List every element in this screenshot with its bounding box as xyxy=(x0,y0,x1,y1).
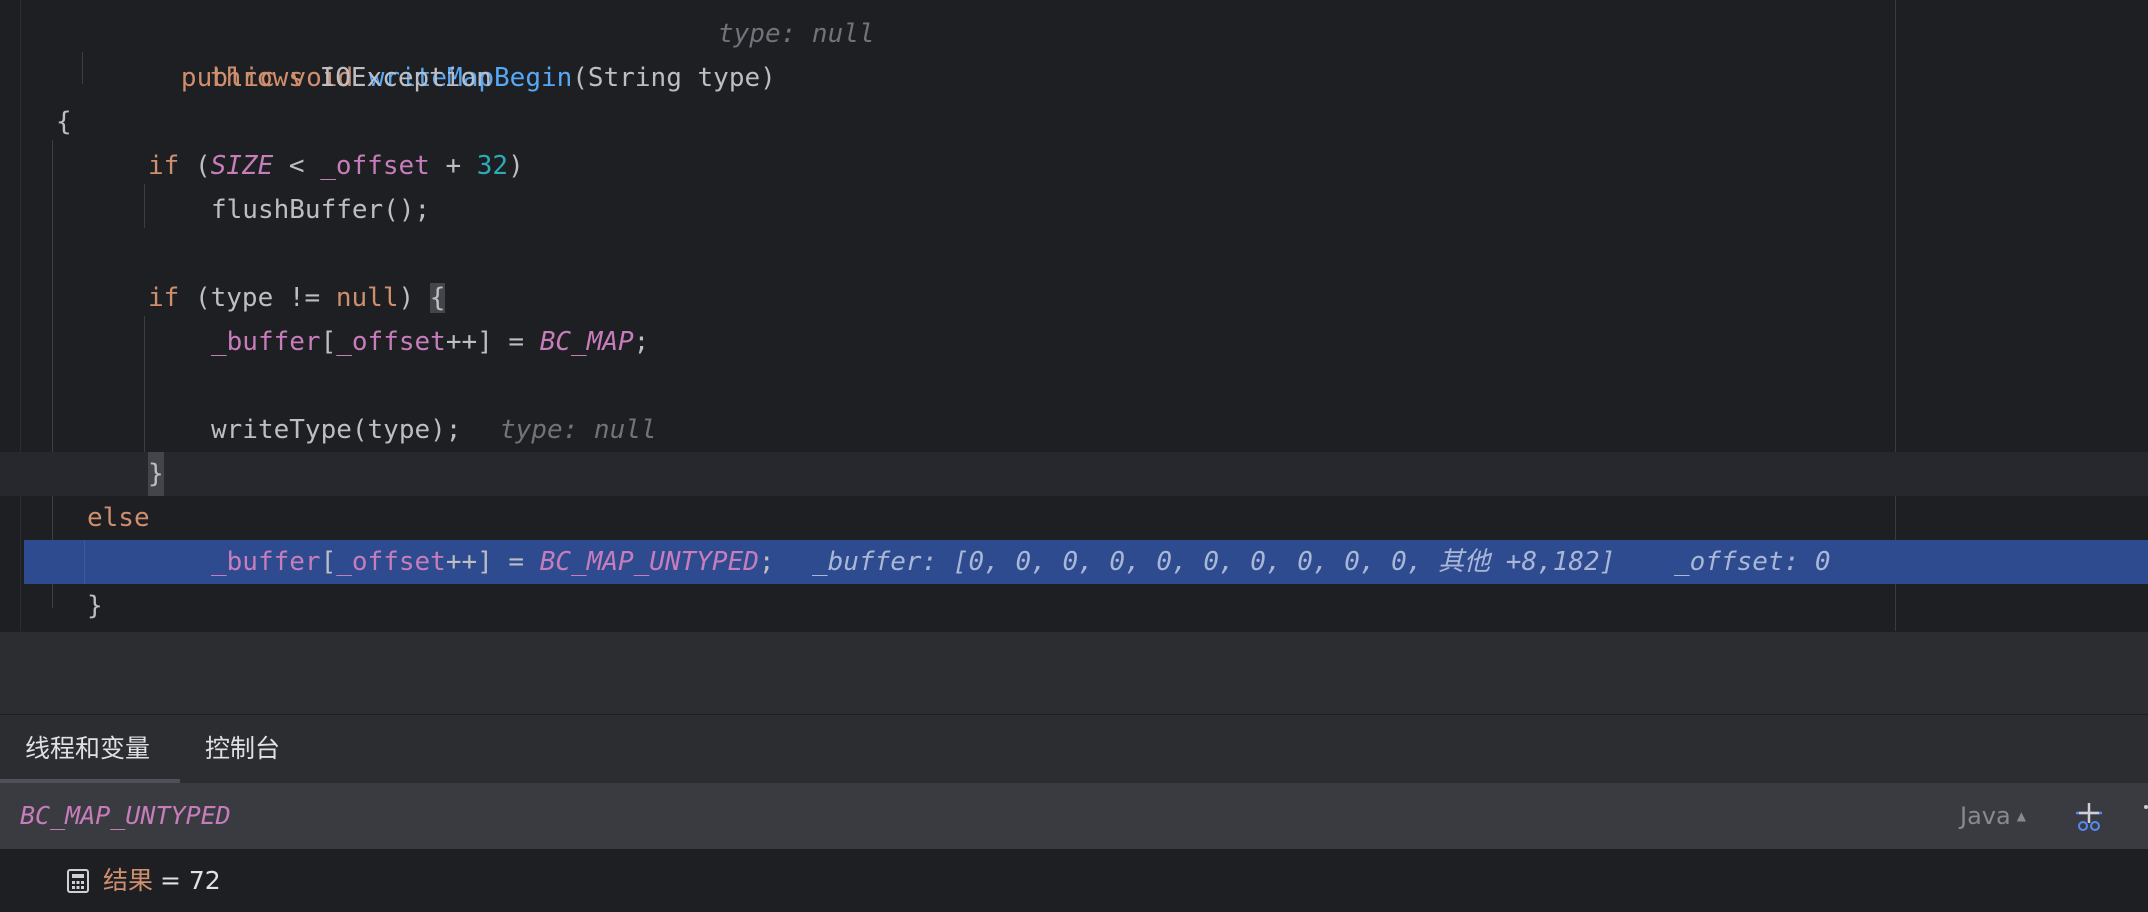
debug-tab-bar: 线程和变量 控制台 xyxy=(0,714,2148,784)
code-text: } xyxy=(87,591,103,621)
code-editor[interactable]: public void writeMapBegin(String type) t… xyxy=(0,0,2148,631)
field: _offset xyxy=(320,151,430,181)
constant: BC_MAP xyxy=(539,327,634,357)
field: _buffer xyxy=(211,327,321,357)
inline-value-hint: _buffer: [0, 0, 0, 0, 0, 0, 0, 0, 0, 0, … xyxy=(812,547,1616,577)
add-watch-icon[interactable] xyxy=(2072,801,2106,833)
code-line: writeType(type); type: null xyxy=(0,408,2148,452)
code-line: public void writeMapBegin(String type) t… xyxy=(0,12,2148,93)
inline-value-hint: type: null xyxy=(500,415,657,445)
language-label: Java xyxy=(1960,802,2011,830)
keyword: if xyxy=(148,151,180,181)
expression-input[interactable]: BC_MAP_UNTYPED xyxy=(20,783,231,849)
inline-value-hint: _offset: 0 xyxy=(1674,547,1831,577)
matched-brace: { xyxy=(429,283,446,313)
code-text: [ xyxy=(320,327,337,357)
execution-point-line: _buffer[_offset++] = BC_MAP_UNTYPED; _bu… xyxy=(24,540,2148,584)
code-text: + xyxy=(429,151,477,181)
panel-spacer xyxy=(0,631,2148,715)
result-name: 结果 xyxy=(103,866,154,895)
execution-gutter-mark xyxy=(24,540,85,584)
code-line: else xyxy=(0,496,2148,540)
code-text: ; xyxy=(758,547,775,577)
code-line: flushBuffer(); xyxy=(0,188,2148,232)
code-text: ) xyxy=(398,283,430,313)
code-text: (type != xyxy=(179,283,336,313)
code-text: ++] = xyxy=(445,547,540,577)
tab-console[interactable]: 控制台 xyxy=(180,715,310,783)
constant: BC_MAP_UNTYPED xyxy=(539,547,759,577)
code-line: { xyxy=(0,100,2148,144)
keyword: null xyxy=(335,283,399,313)
code-text: IOException xyxy=(319,63,492,93)
code-text: writeType(type); xyxy=(211,415,462,445)
code-text: ) xyxy=(508,151,524,181)
calculator-icon xyxy=(67,869,89,893)
keyword: else xyxy=(87,503,150,533)
evaluate-expression-bar[interactable]: BC_MAP_UNTYPED Java ▲ xyxy=(0,783,2148,850)
constant: SIZE xyxy=(210,151,274,181)
matched-brace: } xyxy=(148,452,164,496)
triangle-up-icon: ▲ xyxy=(2016,809,2026,823)
keyword: if xyxy=(148,283,180,313)
inline-value-hint: type: null xyxy=(718,19,875,49)
code-text: flushBuffer(); xyxy=(211,195,431,225)
number-literal: 32 xyxy=(476,151,509,181)
code-line: _buffer[_offset++] = BC_MAP; xyxy=(0,320,2148,364)
code-line: throws IOException xyxy=(0,56,2148,100)
code-text: { xyxy=(56,107,72,137)
result-value: = 72 xyxy=(160,866,221,895)
field: _buffer xyxy=(211,547,321,577)
result-row[interactable]: 结果 = 72 xyxy=(0,850,2148,912)
tab-threads-variables[interactable]: 线程和变量 xyxy=(0,715,180,783)
current-line: } xyxy=(0,452,2148,496)
language-selector[interactable]: Java ▲ xyxy=(1960,783,2026,853)
code-text: < xyxy=(273,151,321,181)
code-text: ( xyxy=(194,151,211,181)
code-line: if (type != null) { xyxy=(0,276,2148,320)
field: _offset xyxy=(336,327,446,357)
field: _offset xyxy=(336,547,446,577)
more-icon[interactable] xyxy=(2140,801,2148,831)
code-line: if (SIZE < _offset + 32) xyxy=(0,144,2148,188)
code-line: } xyxy=(0,584,2148,628)
code-text: ++] = xyxy=(445,327,540,357)
code-text: ; xyxy=(633,327,650,357)
keyword: throws xyxy=(210,63,304,93)
code-text: [ xyxy=(320,547,337,577)
